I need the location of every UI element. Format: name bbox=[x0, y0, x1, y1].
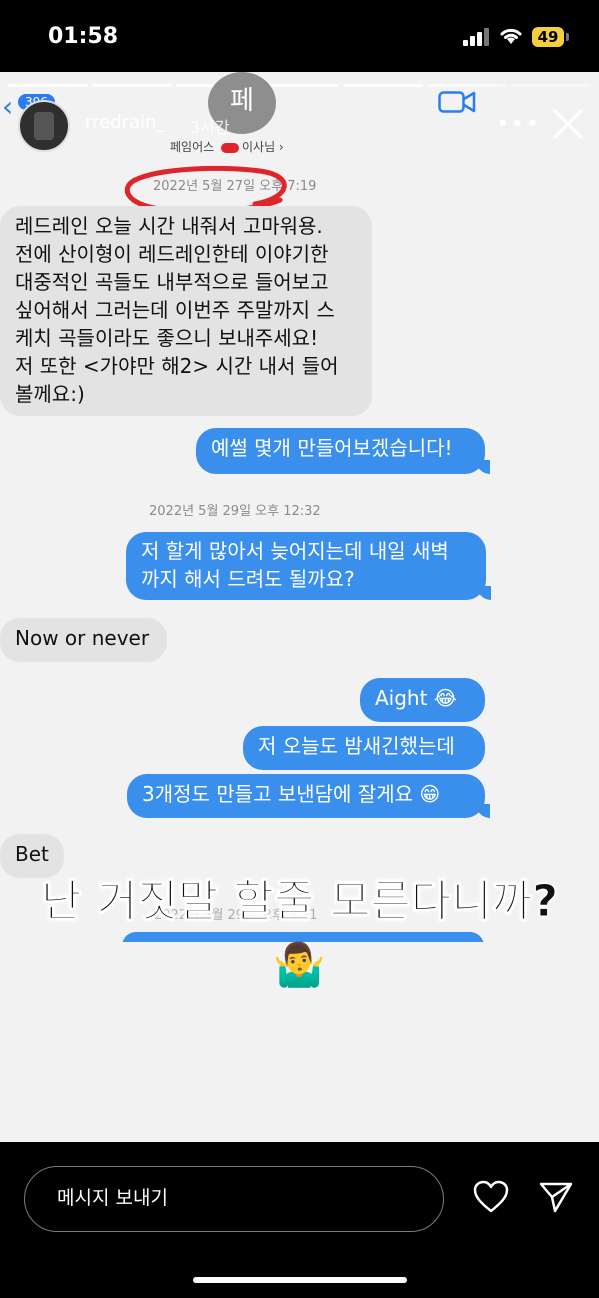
battery-tip bbox=[566, 33, 569, 41]
chat-timestamp: 2022년 5월 29일 오후 12:32 bbox=[149, 504, 321, 519]
incoming-message: 레드레인 오늘 시간 내줘서 고마워용. 전에 산이형이 레드레인한테 이야기한… bbox=[0, 206, 372, 416]
message-line: 볼께요:) bbox=[15, 382, 85, 406]
redaction-mark bbox=[220, 142, 239, 153]
message-line: 대중적인 곡들도 내부적으로 들어보고 bbox=[15, 270, 329, 294]
heart-icon[interactable] bbox=[473, 1180, 509, 1214]
video-call-icon bbox=[438, 91, 476, 113]
outgoing-message: 저 오늘도 밤새긴했는데 bbox=[243, 726, 485, 770]
dm-back-chevron-icon: ‹ bbox=[2, 90, 14, 123]
message-line: 저 할게 많아서 늦어지는데 내일 새벽 bbox=[141, 539, 449, 563]
message-line: 전에 산이형이 레드레인한테 이야기한 bbox=[15, 242, 329, 266]
story-card[interactable]: ‹ 396 페 페임어스 이사님 › rredrain_ 3시간 ••• 202… bbox=[0, 72, 599, 1142]
shrug-emoji-sticker: 🤷‍♂️ bbox=[273, 940, 326, 989]
wifi-icon bbox=[500, 28, 522, 44]
close-icon[interactable] bbox=[550, 106, 586, 142]
message-line: 저 또한 <가야만 해2> 시간 내서 들어 bbox=[15, 354, 339, 378]
message-line: 레드레인 오늘 시간 내줘서 고마워용. bbox=[15, 214, 323, 238]
message-line: 싶어해서 그러는데 이번주 주말까지 스 bbox=[15, 298, 335, 322]
incoming-message: Now or never bbox=[0, 618, 167, 662]
more-options-icon[interactable]: ••• bbox=[496, 112, 541, 137]
story-text-overlay: 난 거짓말 할줄 모른다니까? bbox=[41, 876, 559, 928]
send-icon[interactable] bbox=[538, 1180, 574, 1214]
story-time-ago: 3시간 bbox=[190, 118, 230, 137]
story-username[interactable]: rredrain_ bbox=[85, 112, 165, 133]
home-indicator[interactable] bbox=[193, 1277, 407, 1283]
dm-contact-name: 페임어스 이사님 › bbox=[170, 138, 284, 155]
outgoing-message: 예썰 몇개 만들어보겠습니다! bbox=[196, 428, 490, 474]
status-bar: 01:58 49 bbox=[0, 0, 599, 72]
outgoing-message: 3개정도 만들고 보낸담에 잘게요 😁 bbox=[127, 774, 490, 818]
cellular-signal-icon bbox=[463, 28, 489, 46]
message-line: 까지 해서 드려도 될까요? bbox=[141, 567, 355, 591]
message-line: 케치 곡들이라도 좋으니 보내주세요! bbox=[15, 326, 319, 350]
screenshot-margin bbox=[495, 72, 599, 942]
dm-subtitle-end: 이사님 › bbox=[241, 140, 284, 154]
outgoing-message: Aight 😂 bbox=[360, 678, 485, 722]
send-message-input[interactable]: 메시지 보내기 bbox=[24, 1166, 444, 1232]
dm-subtitle-start: 페임어스 bbox=[170, 140, 218, 154]
status-time: 01:58 bbox=[48, 24, 119, 49]
battery-icon: 49 bbox=[532, 27, 564, 47]
story-progress-bar bbox=[8, 84, 592, 87]
story-user-avatar[interactable] bbox=[18, 100, 70, 152]
outgoing-message: 저 할게 많아서 늦어지는데 내일 새벽 까지 해서 드려도 될까요? bbox=[126, 532, 491, 600]
